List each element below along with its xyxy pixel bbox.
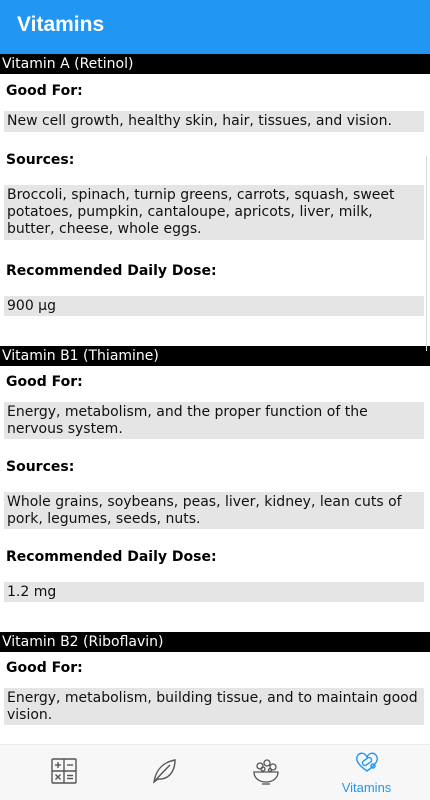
good-for-label: Good For:	[6, 374, 83, 390]
sources-label: Sources:	[6, 152, 75, 168]
good-for-value: New cell growth, healthy skin, hair, tis…	[4, 111, 424, 132]
nav-food[interactable]	[212, 745, 319, 800]
dose-label: Recommended Daily Dose:	[6, 549, 217, 565]
vitamin-name: Vitamin B2 (Riboflavin)	[0, 632, 430, 652]
vitamin-name: Vitamin A (Retinol)	[0, 54, 430, 74]
sources-label: Sources:	[6, 459, 75, 475]
nav-calculator[interactable]	[10, 745, 117, 800]
nav-vitamins[interactable]: Vitamins	[313, 745, 420, 800]
vitamin-name: Vitamin B1 (Thiamine)	[0, 346, 430, 366]
dose-value: 1.2 mg	[4, 582, 424, 602]
bottom-navigation: Vitamins	[0, 744, 430, 800]
vitamin-card: Vitamin B2 (Riboflavin) Good For: Energy…	[0, 632, 430, 725]
good-for-label: Good For:	[6, 83, 83, 99]
vitamin-list[interactable]: Vitamin A (Retinol) Good For: New cell g…	[0, 54, 430, 744]
good-for-value: Energy, metabolism, building tissue, and…	[4, 688, 424, 725]
nav-label: Vitamins	[341, 780, 392, 795]
vitamin-card: Vitamin A (Retinol) Good For: New cell g…	[0, 54, 430, 316]
leaf-icon	[150, 757, 178, 790]
good-for-label: Good For:	[6, 660, 83, 676]
page-title: Vitamins	[17, 13, 105, 36]
good-for-value: Energy, metabolism, and the proper funct…	[4, 402, 424, 439]
sources-value: Whole grains, soybeans, peas, liver, kid…	[4, 492, 424, 529]
sources-value: Broccoli, spinach, turnip greens, carrot…	[4, 185, 424, 240]
vitamin-card: Vitamin B1 (Thiamine) Good For: Energy, …	[0, 346, 430, 602]
app-bar: Vitamins	[0, 0, 430, 54]
scrollbar[interactable]	[426, 156, 429, 351]
dose-value: 900 µg	[4, 296, 424, 316]
vitamins-icon	[353, 751, 381, 778]
food-bowl-icon	[251, 757, 281, 790]
nav-leaf[interactable]	[110, 745, 217, 800]
dose-label: Recommended Daily Dose:	[6, 263, 217, 279]
calculator-icon	[50, 757, 78, 790]
